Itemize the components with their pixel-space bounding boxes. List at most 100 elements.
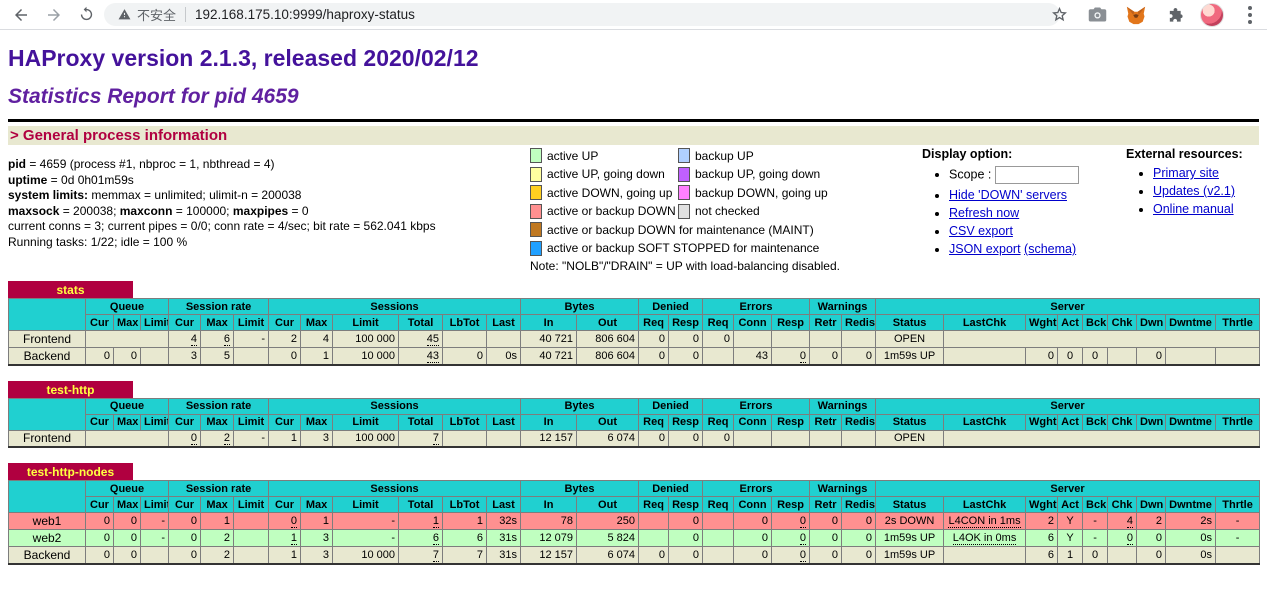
stat-cell: 3: [301, 530, 333, 547]
group-header: Sessions: [269, 481, 521, 497]
stat-cell: 40 721: [521, 331, 577, 348]
metamask-extension-button[interactable]: [1123, 2, 1148, 28]
bookmark-star-button[interactable]: [1047, 2, 1072, 28]
legend-swatch: [678, 167, 690, 182]
proxy-name-link[interactable]: test-http-nodes: [27, 465, 114, 479]
legend-label: active or backup SOFT STOPPED for mainte…: [547, 241, 819, 255]
row-name-link[interactable]: Backend: [24, 548, 71, 562]
extensions-button[interactable]: [1161, 2, 1186, 28]
external-resource-link[interactable]: Updates (v2.1): [1153, 184, 1235, 198]
stat-cell: 0: [842, 547, 876, 564]
stat-cell: 2s DOWN: [876, 513, 944, 530]
display-option-link[interactable]: Refresh now: [949, 206, 1019, 220]
stat-cell: 3: [169, 348, 201, 365]
column-header: Wght: [1026, 315, 1058, 331]
stat-cell: 0: [669, 430, 703, 447]
stat-cell: -: [1216, 513, 1260, 530]
stat-cell: [810, 430, 842, 447]
stat-cell: 0: [269, 348, 301, 365]
column-header: Thrtle: [1216, 497, 1260, 513]
stat-cell: 100 000: [333, 331, 399, 348]
stat-cell: [234, 348, 269, 365]
stat-cell: 0: [734, 547, 772, 564]
group-header: Queue: [86, 481, 169, 497]
stat-cell: 7: [443, 547, 487, 564]
stat-cell: -: [1083, 530, 1108, 547]
display-options: Display option: Scope :Hide 'DOWN' serve…: [922, 147, 1079, 260]
group-header: Bytes: [521, 481, 639, 497]
display-option-link[interactable]: Hide 'DOWN' servers: [949, 188, 1067, 202]
stat-cell: 0s: [487, 348, 521, 365]
stat-cell: 12 157: [521, 547, 577, 564]
proxy-name-link[interactable]: stats: [56, 283, 84, 297]
chrome-menu-button[interactable]: [1237, 2, 1262, 28]
stat-cell: 6 074: [577, 547, 639, 564]
screenshot-extension-button[interactable]: [1085, 2, 1110, 28]
address-bar[interactable]: 不安全 192.168.175.10:9999/haproxy-status: [104, 3, 1060, 26]
back-button[interactable]: [4, 1, 37, 29]
stat-cell: 0: [810, 547, 842, 564]
stat-cell: 0: [842, 348, 876, 365]
column-header: Resp: [772, 315, 810, 331]
reload-button[interactable]: [70, 1, 103, 29]
stat-cell: 0: [1137, 348, 1166, 365]
column-header: Wght: [1026, 414, 1058, 430]
stat-cell: 0: [703, 331, 734, 348]
legend-row: active UPbackup UP: [530, 148, 840, 163]
scope-input[interactable]: [995, 166, 1079, 184]
stat-cell: 7: [399, 547, 443, 564]
column-header: Resp: [772, 414, 810, 430]
column-header: Max: [301, 497, 333, 513]
column-header: Status: [876, 414, 944, 430]
row-name-link[interactable]: web2: [33, 531, 62, 545]
profile-button[interactable]: [1199, 2, 1224, 28]
stat-cell: 1: [301, 348, 333, 365]
stat-cell: 0: [639, 348, 669, 365]
column-header: In: [521, 315, 577, 331]
stat-cell: Y: [1058, 513, 1083, 530]
display-option-link[interactable]: JSON export: [949, 242, 1021, 256]
haproxy-version-link[interactable]: HAProxy version 2.1.3, released 2020/02/…: [8, 45, 479, 71]
external-resource-link[interactable]: Primary site: [1153, 166, 1219, 180]
nav-buttons: [4, 0, 103, 29]
stat-cell: [772, 331, 810, 348]
group-header: Denied: [639, 299, 703, 315]
stat-cell: 6: [1026, 530, 1058, 547]
display-option-item: Refresh now: [949, 206, 1079, 220]
stat-cell: 1: [269, 530, 301, 547]
row-name-link[interactable]: Frontend: [23, 431, 71, 445]
stat-cell: 45: [399, 331, 443, 348]
column-header: Dwn: [1137, 497, 1166, 513]
column-header: Dwntme: [1166, 315, 1216, 331]
row-name-cell: Backend: [9, 547, 86, 564]
column-header: Cur: [169, 497, 201, 513]
legend-label: backup UP, going down: [695, 167, 820, 181]
forward-button[interactable]: [37, 1, 70, 29]
proxy-name-link[interactable]: test-http: [47, 383, 95, 397]
legend-swatch: [530, 185, 542, 200]
stat-cell: 0: [669, 348, 703, 365]
row-name-link[interactable]: Backend: [24, 349, 71, 363]
group-header: Session rate: [169, 481, 269, 497]
group-header: Sessions: [269, 299, 521, 315]
stat-cell: 1m59s UP: [876, 530, 944, 547]
external-resource-link[interactable]: Online manual: [1153, 202, 1234, 216]
stat-cell: 0: [1083, 547, 1108, 564]
stat-cell: 0: [86, 530, 114, 547]
group-header: Server: [876, 398, 1260, 414]
stat-cell: Y: [1058, 530, 1083, 547]
metamask-fox-icon: [1125, 4, 1147, 26]
stat-cell: 806 604: [577, 331, 639, 348]
browser-toolbar: 不安全 192.168.175.10:9999/haproxy-status: [0, 0, 1267, 30]
column-header: LastChk: [944, 315, 1026, 331]
row-name-link[interactable]: web1: [33, 514, 62, 528]
legend-label: not checked: [695, 204, 760, 218]
display-option-link[interactable]: (schema): [1024, 242, 1076, 256]
row-name-link[interactable]: Frontend: [23, 332, 71, 346]
display-option-link[interactable]: CSV export: [949, 224, 1013, 238]
stat-cell: 2: [1026, 513, 1058, 530]
stat-cell: 2s: [1166, 513, 1216, 530]
legend-row: active DOWN, going upbackup DOWN, going …: [530, 185, 840, 200]
column-header: Retr: [810, 414, 842, 430]
legend-label: active or backup DOWN: [547, 204, 676, 218]
